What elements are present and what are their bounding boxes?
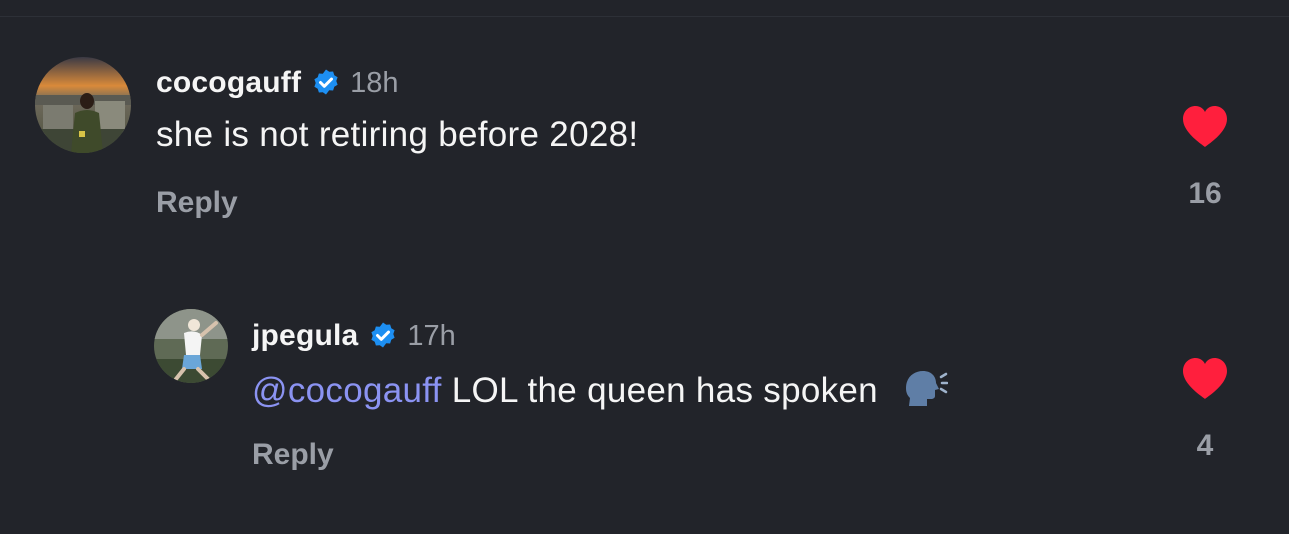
avatar-image (35, 57, 131, 153)
like-area: 16 (1165, 105, 1245, 211)
avatar[interactable] (35, 57, 131, 153)
reply-button[interactable]: Reply (252, 438, 334, 472)
avatar-image (154, 309, 228, 383)
verified-badge-icon (311, 68, 341, 98)
mention-link[interactable]: @cocogauff (252, 371, 442, 410)
top-divider (0, 16, 1289, 17)
username[interactable]: cocogauff (156, 66, 301, 100)
reply-button[interactable]: Reply (156, 186, 238, 220)
comment-header: cocogauff 18h (156, 63, 399, 103)
comment-header: jpegula 17h (252, 316, 456, 356)
like-count: 16 (1188, 177, 1222, 210)
comment-body: LOL the queen has spoken (441, 371, 878, 410)
heart-icon[interactable] (1181, 357, 1229, 401)
comment-body: she is not retiring before 2028! (156, 115, 639, 154)
verified-badge-icon (368, 321, 398, 351)
comment-time: 18h (350, 66, 399, 99)
username[interactable]: jpegula (252, 319, 358, 353)
comment-text: she is not retiring before 2028! (156, 115, 638, 155)
speaking-head-icon (900, 368, 948, 408)
comment-text: @cocogauff LOL the queen has spoken (252, 368, 948, 411)
comment-time: 17h (407, 319, 456, 352)
heart-icon[interactable] (1181, 105, 1229, 149)
like-area: 4 (1165, 357, 1245, 463)
avatar[interactable] (154, 309, 228, 383)
like-count: 4 (1196, 429, 1214, 462)
